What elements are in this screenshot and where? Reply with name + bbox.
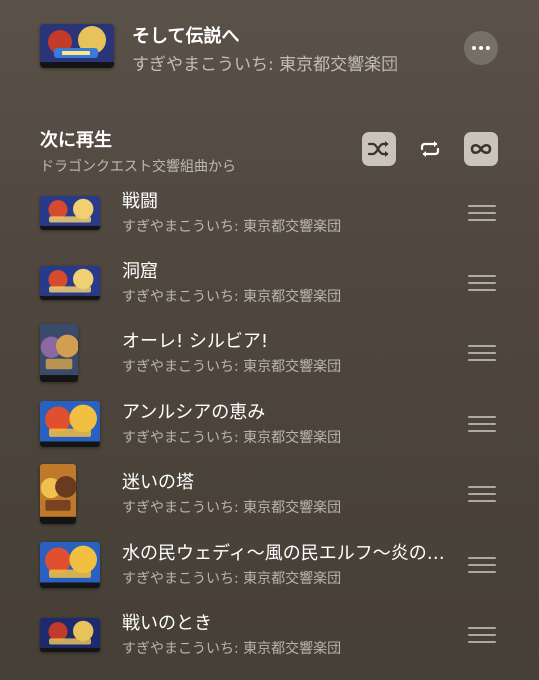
grip-line	[468, 627, 496, 629]
grip-line	[468, 416, 496, 418]
track-artist: すぎやまこういち: 東京都交響楽団	[122, 219, 342, 235]
queue-track-row[interactable]: 洞窟すぎやまこういち: 東京都交響楽団	[40, 253, 500, 313]
track-album-art	[40, 401, 100, 447]
now-playing-album-art	[40, 24, 114, 68]
track-album-art	[40, 618, 100, 652]
drag-handle-icon[interactable]	[468, 627, 496, 643]
now-playing-title: そして伝説へ	[132, 26, 240, 47]
queue-track-row[interactable]: 水の民ウェディ〜風の民エルフ〜炎の民オーガすぎやまこういち: 東京都交響楽団	[40, 535, 500, 595]
album-art-image	[40, 324, 78, 382]
queue-title: 次に再生	[40, 130, 112, 151]
track-album-art	[40, 324, 78, 382]
grip-line	[468, 289, 496, 291]
album-art-image	[40, 618, 100, 652]
album-art-image	[40, 196, 100, 230]
album-art-image	[40, 266, 100, 300]
shuffle-icon	[368, 141, 389, 157]
grip-line	[468, 423, 496, 425]
album-art-image	[40, 24, 114, 68]
track-artist: すぎやまこういち: 東京都交響楽団	[122, 571, 342, 587]
ellipsis-icon	[472, 46, 476, 50]
track-title: 洞窟	[122, 261, 158, 282]
ellipsis-dot	[479, 46, 483, 50]
now-playing-artist: すぎやまこういち: 東京都交響楽団	[132, 55, 399, 75]
grip-line	[468, 359, 496, 361]
ellipsis-dot	[486, 46, 490, 50]
grip-line	[468, 219, 496, 221]
repeat-button[interactable]	[413, 132, 447, 166]
queue-track-row[interactable]: 戦いのときすぎやまこういち: 東京都交響楽団	[40, 605, 500, 665]
grip-line	[468, 205, 496, 207]
track-artist: すぎやまこういち: 東京都交響楽団	[122, 430, 342, 446]
track-album-art	[40, 464, 76, 524]
track-artist: すぎやまこういち: 東京都交響楽団	[122, 359, 342, 375]
repeat-icon	[420, 141, 440, 157]
grip-line	[468, 571, 496, 573]
album-art-image	[40, 464, 76, 524]
grip-line	[468, 641, 496, 643]
track-artist: すぎやまこういち: 東京都交響楽団	[122, 500, 342, 516]
track-title: 迷いの塔	[122, 472, 194, 493]
album-art-image	[40, 401, 100, 447]
queue-track-row[interactable]: アンルシアの恵みすぎやまこういち: 東京都交響楽団	[40, 394, 500, 454]
grip-line	[468, 493, 496, 495]
track-album-art	[40, 542, 100, 588]
more-options-button[interactable]	[464, 31, 498, 65]
track-album-art	[40, 266, 100, 300]
album-art-image	[40, 542, 100, 588]
queue-source: ドラゴンクエスト交響組曲から	[40, 159, 236, 175]
grip-line	[468, 500, 496, 502]
grip-line	[468, 486, 496, 488]
shuffle-button[interactable]	[362, 132, 396, 166]
grip-line	[468, 275, 496, 277]
grip-line	[468, 212, 496, 214]
track-title: 戦闘	[122, 191, 158, 212]
infinity-icon	[470, 143, 492, 155]
queue-header: 次に再生 ドラゴンクエスト交響組曲から	[40, 126, 500, 176]
autoplay-button[interactable]	[464, 132, 498, 166]
grip-line	[468, 557, 496, 559]
track-title: アンルシアの恵み	[122, 402, 266, 423]
track-title: 戦いのとき	[122, 613, 212, 634]
drag-handle-icon[interactable]	[468, 275, 496, 291]
drag-handle-icon[interactable]	[468, 557, 496, 573]
track-title: 水の民ウェディ〜風の民エルフ〜炎の民オーガ	[122, 543, 462, 564]
grip-line	[468, 634, 496, 636]
drag-handle-icon[interactable]	[468, 345, 496, 361]
drag-handle-icon[interactable]	[468, 416, 496, 432]
track-artist: すぎやまこういち: 東京都交響楽団	[122, 641, 342, 657]
grip-line	[468, 352, 496, 354]
grip-line	[468, 564, 496, 566]
grip-line	[468, 282, 496, 284]
track-artist: すぎやまこういち: 東京都交響楽団	[122, 289, 342, 305]
now-playing[interactable]: そして伝説へ すぎやまこういち: 東京都交響楽団	[40, 22, 502, 75]
track-album-art	[40, 196, 100, 230]
queue-track-row[interactable]: オーレ! シルビア! すぎやまこういち: 東京都交響楽団	[40, 323, 500, 383]
drag-handle-icon[interactable]	[468, 205, 496, 221]
track-title: オーレ! シルビア!	[122, 331, 269, 352]
grip-line	[468, 430, 496, 432]
drag-handle-icon[interactable]	[468, 486, 496, 502]
queue-track-row[interactable]: 迷いの塔すぎやまこういち: 東京都交響楽団	[40, 464, 500, 524]
grip-line	[468, 345, 496, 347]
queue-track-row[interactable]: 戦闘すぎやまこういち: 東京都交響楽団	[40, 183, 500, 243]
